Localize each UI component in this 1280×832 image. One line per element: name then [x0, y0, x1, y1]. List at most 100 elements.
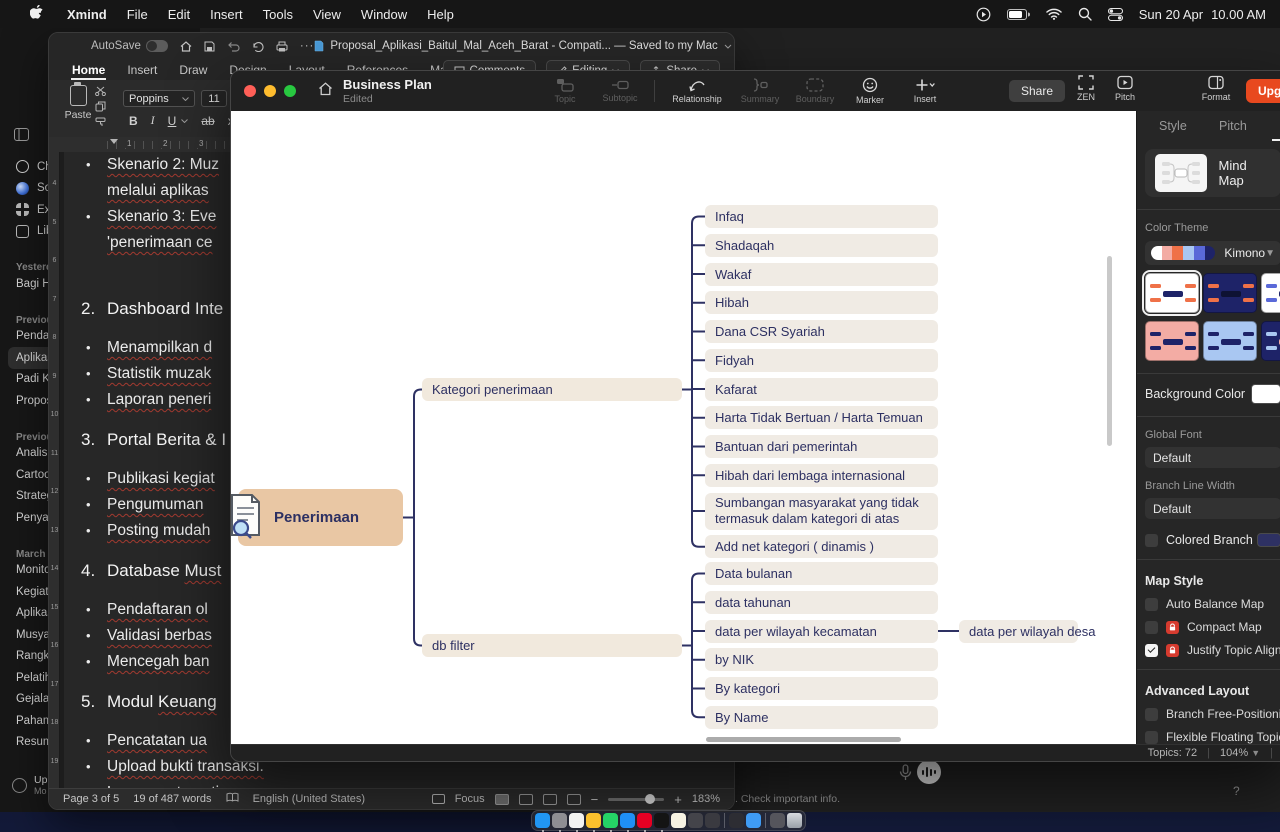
topic-child[interactable]: Fidyah — [705, 349, 938, 372]
branch-line-width-select[interactable]: Default — [1145, 498, 1280, 519]
focus-toggle[interactable]: Focus — [455, 793, 485, 805]
redo-icon[interactable] — [252, 41, 264, 52]
theme-thumbnail[interactable] — [1203, 321, 1257, 361]
zoom-in-button[interactable]: + — [674, 792, 682, 807]
read-mode-view-button[interactable] — [519, 794, 533, 805]
vertical-scrollbar[interactable] — [1107, 256, 1112, 446]
topic-child[interactable]: Bantuan dari pemerintah — [705, 435, 938, 458]
theme-thumbnail[interactable] — [1261, 273, 1280, 313]
dock-icon-chrome[interactable] — [586, 813, 601, 828]
zoom-button[interactable] — [284, 85, 296, 97]
menu-help[interactable]: Help — [417, 7, 464, 22]
global-font-select[interactable]: Default — [1145, 447, 1280, 468]
topic-db-filter[interactable]: db filter — [422, 634, 682, 657]
marker-button[interactable]: Marker — [846, 77, 894, 105]
language-indicator[interactable]: English (United States) — [253, 793, 366, 805]
menu-edit[interactable]: Edit — [158, 7, 200, 22]
paste-button[interactable]: Paste — [61, 85, 95, 121]
topic-child[interactable]: Hibah — [705, 291, 938, 314]
panel-tab-style[interactable]: Style — [1159, 119, 1187, 133]
sidebar-footer[interactable]: Up Mo — [12, 774, 47, 796]
dock-icon-safari[interactable] — [620, 813, 635, 828]
theme-thumbnail[interactable] — [1203, 273, 1257, 313]
color-theme-select[interactable]: Kimono ▼ — [1145, 241, 1280, 265]
word-count[interactable]: 19 of 487 words — [133, 793, 211, 805]
topic-child[interactable]: Add net kategori ( dinamis ) — [705, 535, 938, 558]
dock-icon-photo-booth[interactable] — [688, 813, 703, 828]
apple-menu-icon[interactable] — [16, 5, 57, 24]
relationship-button[interactable]: Relationship — [665, 78, 729, 104]
checkbox-auto-balance-map[interactable] — [1145, 598, 1158, 611]
checkbox-flexible-floating-topic[interactable] — [1145, 731, 1158, 744]
topic-child[interactable]: by NIK — [705, 648, 938, 671]
topic-child[interactable]: Sumbangan masyarakat yang tidak termasuk… — [705, 493, 938, 530]
autosave-toggle[interactable]: AutoSave — [91, 40, 168, 52]
vertical-ruler[interactable]: 4567891011121314151617181920 — [49, 152, 60, 788]
topic-child[interactable]: By Name — [705, 706, 938, 729]
zoom-level[interactable]: 104% ▼ — [1220, 747, 1260, 759]
colored-branch-swatch[interactable] — [1257, 533, 1280, 547]
print-layout-view-button[interactable] — [495, 794, 509, 805]
bold-button[interactable]: B — [129, 114, 138, 128]
indent-marker[interactable] — [110, 139, 118, 144]
theme-thumbnail[interactable] — [1145, 273, 1199, 313]
italic-button[interactable]: I — [151, 113, 155, 128]
dock-icon-whatsapp[interactable] — [603, 813, 618, 828]
menu-window[interactable]: Window — [351, 7, 417, 22]
topic-child[interactable]: Harta Tidak Bertuan / Harta Temuan — [705, 406, 938, 429]
dock-icon-downloads-folder[interactable] — [746, 813, 761, 828]
menu-xmind[interactable]: Xmind — [57, 7, 117, 22]
microphone-icon[interactable] — [899, 764, 912, 786]
font-size-select[interactable]: 11 — [201, 90, 227, 107]
dock-icon-system-settings[interactable] — [552, 813, 567, 828]
help-button[interactable]: ? — [1233, 784, 1240, 798]
theme-thumbnail[interactable] — [1261, 321, 1280, 361]
save-icon[interactable] — [204, 41, 215, 52]
topic-child[interactable]: By kategori — [705, 677, 938, 700]
dock-icon-pinterest[interactable] — [637, 813, 652, 828]
menu-file[interactable]: File — [117, 7, 158, 22]
zoom-out-button[interactable]: − — [591, 792, 599, 807]
web-layout-view-button[interactable] — [543, 794, 557, 805]
panel-tab-pitch[interactable]: Pitch — [1219, 119, 1247, 133]
now-playing-icon[interactable] — [976, 7, 991, 22]
menu-tools[interactable]: Tools — [253, 7, 303, 22]
colored-branch-checkbox[interactable] — [1145, 534, 1158, 547]
theme-thumbnail[interactable] — [1145, 321, 1199, 361]
dock-icon-finder[interactable] — [535, 813, 550, 828]
home-icon[interactable] — [180, 41, 192, 52]
wifi-icon[interactable] — [1046, 8, 1062, 20]
voice-mode-button[interactable] — [917, 760, 941, 784]
mindmap-canvas[interactable]: Penerimaan Kategori penerimaan db filter… — [231, 111, 1136, 744]
structure-card[interactable]: Mind Map — [1145, 149, 1280, 197]
dock-icon-photos[interactable] — [569, 813, 584, 828]
format-button[interactable]: Format — [1194, 75, 1238, 102]
topic-child[interactable]: Data bulanan — [705, 562, 938, 585]
topic-penerimaan[interactable]: Penerimaan — [238, 489, 403, 546]
dock-icon-trash[interactable] — [787, 813, 802, 828]
page-indicator[interactable]: Page 3 of 5 — [63, 793, 119, 805]
format-painter-icon[interactable] — [95, 117, 107, 126]
topic-child[interactable]: Hibah dari lembaga internasional — [705, 464, 938, 487]
topic-child[interactable]: Wakaf — [705, 263, 938, 286]
zen-button[interactable]: ZEN — [1064, 75, 1108, 102]
share-button[interactable]: Share — [1009, 80, 1065, 102]
strikethrough-button[interactable]: ab — [201, 114, 214, 128]
menubar-clock[interactable]: Sun 20 Apr 10.00 AM — [1139, 7, 1266, 22]
background-color-swatch[interactable] — [1251, 384, 1280, 404]
upgrade-button[interactable]: Upgrade — [1246, 79, 1280, 103]
spotlight-search-icon[interactable] — [1078, 7, 1092, 21]
close-button[interactable] — [244, 85, 256, 97]
control-center-icon[interactable] — [1108, 8, 1123, 21]
underline-button[interactable]: U — [168, 114, 177, 128]
tab-home[interactable]: Home — [61, 59, 116, 80]
zoom-slider[interactable] — [608, 798, 664, 801]
insert-button[interactable]: Insert — [901, 78, 949, 104]
dock-icon-x[interactable] — [654, 813, 669, 828]
topic-child[interactable]: Infaq — [705, 205, 938, 228]
checkbox-justify-topic-alignment[interactable] — [1145, 644, 1158, 657]
topic-child[interactable]: Shadaqah — [705, 234, 938, 257]
topic-child[interactable]: data per wilayah kecamatan — [705, 620, 938, 643]
minimize-button[interactable] — [264, 85, 276, 97]
copy-icon[interactable] — [95, 101, 107, 112]
